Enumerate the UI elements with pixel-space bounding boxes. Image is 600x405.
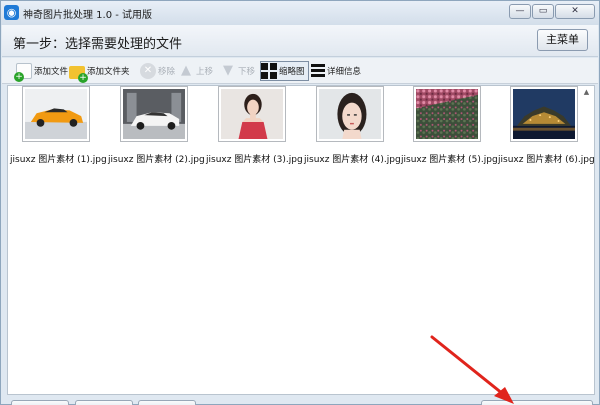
main-menu-button[interactable]: 主菜单 <box>537 29 588 51</box>
move-down-button[interactable]: ▼ 下移 <box>220 61 255 81</box>
file-name: jisuxz 图片素材 (4).jpg <box>304 155 401 165</box>
file-name: jisuxz 图片素材 (1).jpg <box>10 155 107 165</box>
app-logo-icon: ◉ <box>4 5 19 20</box>
add-folder-label: 添加文件夹 <box>87 67 130 77</box>
step-header: 第一步：选择需要处理的文件 主菜单 <box>2 25 598 57</box>
toolbar: 添加文件 添加文件夹 ✕ 移除 ▲ 上移 ▼ 下移 缩略图 详细信息 <box>2 58 598 84</box>
thumbnail <box>510 86 578 142</box>
move-up-label: 上移 <box>196 67 214 77</box>
orange-car-image <box>25 89 87 140</box>
add-file-button[interactable]: 添加文件 <box>14 61 69 82</box>
thumbnail-view-button[interactable]: 缩略图 <box>260 61 309 81</box>
page-title: 第一步：选择需要处理的文件 <box>13 37 183 52</box>
arrow-up-icon: ▲ <box>181 63 191 78</box>
maximize-button[interactable]: ▭ <box>532 4 554 19</box>
white-car-image <box>123 89 185 140</box>
arrow-down-icon: ▼ <box>223 63 233 78</box>
detail-view-label: 详细信息 <box>327 67 362 77</box>
portrait-closeup-image <box>319 89 381 140</box>
file-name: jisuxz 图片素材 (6).jpg <box>498 155 595 165</box>
thumbnail-view-label: 缩略图 <box>279 67 305 77</box>
grid-view-icon <box>261 63 277 79</box>
detail-view-button[interactable]: 详细信息 <box>311 61 361 81</box>
close-button[interactable]: ✕ <box>555 4 595 19</box>
remove-label: 移除 <box>158 67 176 77</box>
minimize-button[interactable]: — <box>509 4 531 19</box>
window-controls: — ▭ ✕ <box>509 4 595 19</box>
add-folder-icon <box>69 65 88 83</box>
night-city-image <box>513 89 575 140</box>
app-window: ◉ 神奇图片批处理 1.0 - 试用版 — ▭ ✕ 第一步：选择需要处理的文件 … <box>0 0 600 405</box>
bottom-button[interactable] <box>11 400 69 405</box>
flower-field-image <box>416 89 478 140</box>
file-thumbnail-list[interactable]: ▲ jisuxz 图片素材 (1).jpg jisuxz 图片素材 (2).jp… <box>7 85 595 395</box>
thumbnail <box>22 86 90 142</box>
move-down-label: 下移 <box>238 67 256 77</box>
remove-button[interactable]: ✕ 移除 <box>140 61 175 81</box>
portrait-red-dress-image <box>221 89 283 140</box>
title-bar: ◉ 神奇图片批处理 1.0 - 试用版 — ▭ ✕ <box>1 1 599 25</box>
next-step-button[interactable] <box>481 400 593 405</box>
remove-icon: ✕ <box>140 63 156 79</box>
file-name: jisuxz 图片素材 (5).jpg <box>401 155 498 165</box>
thumbnail <box>120 86 188 142</box>
add-folder-button[interactable]: 添加文件夹 <box>69 61 130 83</box>
list-view-icon <box>311 63 325 79</box>
file-name: jisuxz 图片素材 (3).jpg <box>206 155 303 165</box>
bottom-button[interactable] <box>138 400 196 405</box>
thumbnail <box>218 86 286 142</box>
move-up-button[interactable]: ▲ 上移 <box>178 61 213 81</box>
bottom-button[interactable] <box>75 400 133 405</box>
scroll-up-icon[interactable]: ▲ <box>581 88 592 99</box>
thumbnail <box>316 86 384 142</box>
add-file-icon <box>14 63 32 82</box>
thumbnail <box>413 86 481 142</box>
window-title: 神奇图片批处理 1.0 - 试用版 <box>23 10 153 21</box>
file-name: jisuxz 图片素材 (2).jpg <box>108 155 205 165</box>
add-file-label: 添加文件 <box>34 67 69 77</box>
